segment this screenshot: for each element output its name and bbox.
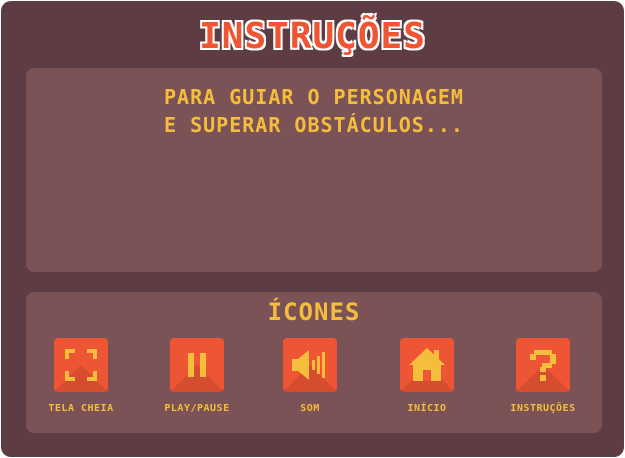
sound-button[interactable] <box>283 338 337 392</box>
page-title: INSTRUÇÕES <box>198 15 426 58</box>
question-icon <box>530 350 556 381</box>
instructions-screen: INSTRUÇÕES PARA GUIAR O PERSONAGEM E SUP… <box>1 1 624 457</box>
icon-label-fullscreen: TELA CHEIA <box>48 403 114 414</box>
icon-label-instructions: INSTRUÇÕES <box>510 403 576 414</box>
icon-item-instructions: INSTRUÇÕES <box>488 338 598 414</box>
pause-icon <box>188 353 206 377</box>
home-button[interactable] <box>400 338 454 392</box>
instruction-line-2: E SUPERAR OBSTÁCULOS... <box>164 113 464 137</box>
icons-panel: ÍCONES TELA CHEIA PLAY/PAUSE SOM INÍCIO … <box>26 292 602 433</box>
icon-label-sound: SOM <box>300 403 320 414</box>
icon-item-fullscreen: TELA CHEIA <box>26 338 136 414</box>
instructions-panel: PARA GUIAR O PERSONAGEM E SUPERAR OBSTÁC… <box>26 68 602 272</box>
fullscreen-button[interactable] <box>54 338 108 392</box>
instructions-button[interactable] <box>516 338 570 392</box>
icon-label-play-pause: PLAY/PAUSE <box>164 403 230 414</box>
home-icon <box>409 348 445 381</box>
fullscreen-icon <box>65 349 97 381</box>
icon-item-play-pause: PLAY/PAUSE <box>142 338 252 414</box>
play-pause-button[interactable] <box>170 338 224 392</box>
speaker-icon <box>292 350 325 380</box>
instruction-line-1: PARA GUIAR O PERSONAGEM <box>164 85 464 109</box>
icons-heading: ÍCONES <box>267 298 361 326</box>
icon-label-home: INÍCIO <box>407 403 447 414</box>
icon-item-sound: SOM <box>255 338 365 414</box>
icon-item-home: INÍCIO <box>372 338 482 414</box>
